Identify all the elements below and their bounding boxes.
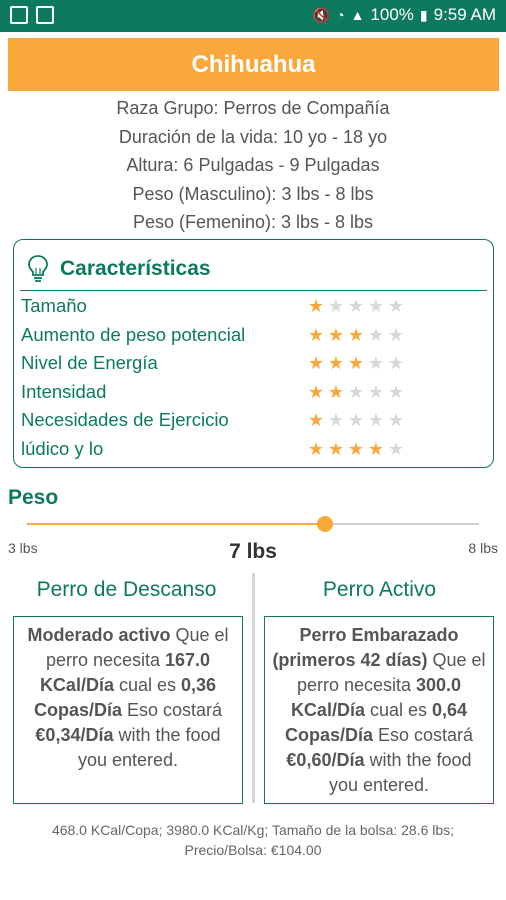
status-bar: 🔇 ◔ ▲ 100% ▮ 9:59 AM <box>0 0 506 32</box>
star-rating: ★ ★ ★ ★ ★ <box>307 440 407 458</box>
signal-icon: ▲ <box>350 7 365 23</box>
star-rating: ★ ★ ★ ★ ★ <box>307 354 407 372</box>
star-filled-icon: ★ <box>367 438 385 459</box>
battery-icon: ▮ <box>419 6 428 23</box>
image-icon <box>10 6 28 24</box>
characteristics-card: Características Tamaño ★ ★ ★ ★ ★ Aumento de … <box>13 239 494 468</box>
star-empty-icon: ★ <box>327 410 345 431</box>
star-empty-icon: ★ <box>367 324 385 345</box>
characteristic-row: lúdico y lo ★ ★ ★ ★ ★ <box>21 435 491 464</box>
characteristic-row: Nivel de Energía ★ ★ ★ ★ ★ <box>21 349 491 378</box>
star-empty-icon: ★ <box>367 296 385 317</box>
star-filled-icon: ★ <box>347 438 365 459</box>
characteristic-row: Intensidad ★ ★ ★ ★ ★ <box>21 378 491 407</box>
column-divider <box>252 573 255 803</box>
star-empty-icon: ★ <box>347 410 365 431</box>
star-filled-icon: ★ <box>327 381 345 402</box>
notification-icons <box>10 6 54 24</box>
star-filled-icon: ★ <box>347 324 365 345</box>
star-empty-icon: ★ <box>347 296 365 317</box>
star-empty-icon: ★ <box>347 381 365 402</box>
text-part: Eso costará <box>372 725 474 745</box>
characteristic-row: Tamaño ★ ★ ★ ★ ★ <box>21 292 491 321</box>
characteristics-list: Tamaño ★ ★ ★ ★ ★ Aumento de peso potencial ★… <box>21 292 491 463</box>
star-rating: ★ ★ ★ ★ ★ <box>307 411 407 429</box>
star-empty-icon: ★ <box>327 296 345 317</box>
star-filled-icon: ★ <box>327 438 345 459</box>
slider-track-fill <box>27 523 325 525</box>
star-empty-icon: ★ <box>367 381 385 402</box>
weight-current-label: 7 lbs <box>229 540 277 563</box>
star-filled-icon: ★ <box>307 381 325 402</box>
active-dog-title: Perro Activo <box>322 578 437 601</box>
cost-value: €0,60/Día <box>286 750 365 770</box>
resting-dog-box[interactable]: Moderado activo Que el perro necesita 16… <box>13 616 243 804</box>
star-rating: ★ ★ ★ ★ ★ <box>307 383 407 401</box>
info-weight-female: Peso (Femenino): 3 lbs - 8 lbs <box>132 212 374 232</box>
star-empty-icon: ★ <box>387 410 405 431</box>
clock: 9:59 AM <box>433 5 496 24</box>
battery-level: 100% <box>370 5 414 24</box>
characteristic-label: Tamaño <box>21 295 87 317</box>
info-weight-male: Peso (Masculino): 3 lbs - 8 lbs <box>132 183 374 204</box>
wifi-icon: ◔ <box>336 7 345 23</box>
active-dog-box[interactable]: Perro Embarazado (primeros 42 días) Que … <box>264 616 494 804</box>
characteristic-label: Intensidad <box>21 380 107 402</box>
breed-title: Chihuahua <box>8 38 499 91</box>
characteristic-row: Necesidades de Ejercicio ★ ★ ★ ★ ★ <box>21 406 491 435</box>
characteristic-label: Nivel de Energía <box>21 352 158 374</box>
star-empty-icon: ★ <box>387 438 405 459</box>
star-rating: ★ ★ ★ ★ ★ <box>307 326 407 344</box>
weight-title: Peso <box>8 486 59 509</box>
info-group: Raza Grupo: Perros de Compañía <box>116 98 390 118</box>
cost-value: €0,34/Día <box>35 725 114 745</box>
slider-thumb[interactable] <box>317 516 333 532</box>
lightbulb-icon <box>28 255 48 282</box>
info-height: Altura: 6 Pulgadas - 9 Pulgadas <box>126 155 380 175</box>
characteristic-label: lúdico y lo <box>21 437 104 459</box>
star-empty-icon: ★ <box>387 324 405 345</box>
characteristics-divider <box>20 290 487 291</box>
star-empty-icon: ★ <box>387 353 405 374</box>
weight-max-label: 8 lbs <box>468 540 498 556</box>
text-part: cual es <box>364 700 433 720</box>
characteristic-label: Necesidades de Ejercicio <box>21 409 229 431</box>
info-lifespan: Duración de la vida: 10 yo - 18 yo <box>118 126 388 147</box>
star-filled-icon: ★ <box>307 410 325 431</box>
system-icons: 🔇 ◔ ▲ 100% ▮ 9:59 AM <box>313 5 496 25</box>
star-filled-icon: ★ <box>327 324 345 345</box>
star-filled-icon: ★ <box>327 353 345 374</box>
characteristics-header: Características <box>26 254 211 284</box>
text-part: cual es <box>113 675 182 695</box>
star-empty-icon: ★ <box>387 296 405 317</box>
star-filled-icon: ★ <box>307 324 325 345</box>
breed-info: Raza Grupo: Perros de Compañía Duración … <box>0 94 506 237</box>
food-info-footer: 468.0 KCal/Copa; 3980.0 KCal/Kg; Tamaño … <box>51 822 455 858</box>
star-rating: ★ ★ ★ ★ ★ <box>307 297 407 315</box>
star-filled-icon: ★ <box>347 353 365 374</box>
characteristic-label: Aumento de peso potencial <box>21 323 246 345</box>
resting-dog-title: Perro de Descanso <box>36 578 217 601</box>
star-empty-icon: ★ <box>387 381 405 402</box>
activity-level: Moderado activo <box>27 625 171 645</box>
star-filled-icon: ★ <box>307 353 325 374</box>
star-filled-icon: ★ <box>307 438 325 459</box>
characteristics-title: Características <box>60 257 211 280</box>
star-filled-icon: ★ <box>307 296 325 317</box>
mute-icon: 🔇 <box>312 6 331 23</box>
screenshot-icon <box>36 6 54 24</box>
characteristic-row: Aumento de peso potencial ★ ★ ★ ★ ★ <box>21 321 491 350</box>
text-part: Eso costará <box>121 700 223 720</box>
star-empty-icon: ★ <box>367 410 385 431</box>
star-empty-icon: ★ <box>367 353 385 374</box>
weight-slider[interactable] <box>27 515 479 533</box>
